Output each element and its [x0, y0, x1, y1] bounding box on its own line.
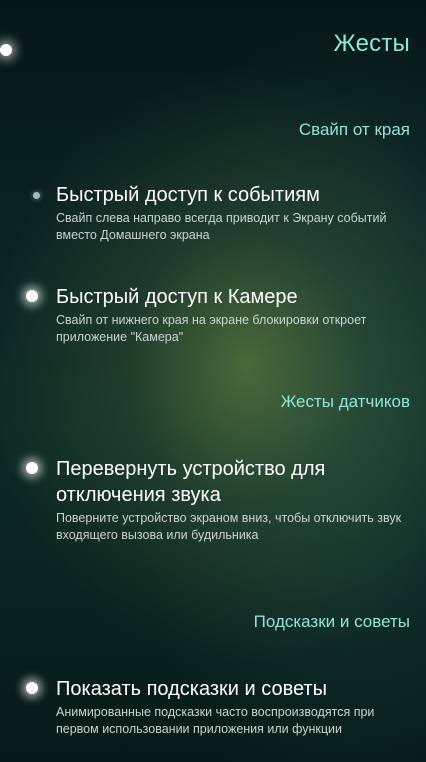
section-header-tips: Подсказки и советы — [253, 612, 410, 631]
setting-description: Свайп слева направо всегда приводит к Эк… — [56, 211, 387, 242]
toggle-flip-to-mute[interactable] — [26, 462, 38, 474]
setting-title: Быстрый доступ к событиям — [56, 184, 320, 206]
page-title: Жесты — [333, 30, 410, 57]
section-header-sensor-gestures: Жесты датчиков — [280, 392, 410, 411]
toggle-events-shortcut[interactable] — [33, 192, 40, 199]
setting-title: Перевернуть устройство для отключения зв… — [56, 458, 326, 506]
gestures-screen: Жесты Свайп от края Быстрый доступ к соб… — [0, 0, 426, 762]
setting-title: Показать подсказки и советы — [56, 678, 327, 700]
setting-show-tips[interactable]: Показать подсказки и советы Анимированны… — [56, 676, 412, 738]
back-indicator-dot[interactable] — [0, 44, 12, 56]
toggle-show-tips[interactable] — [26, 682, 38, 694]
setting-camera-shortcut[interactable]: Быстрый доступ к Камере Свайп от нижнего… — [56, 284, 412, 346]
setting-description: Свайп от нижнего края на экране блокиров… — [56, 313, 367, 344]
setting-description: Анимированные подсказки часто воспроизво… — [56, 705, 375, 736]
toggle-camera-shortcut[interactable] — [26, 290, 38, 302]
section-header-edge-swipe: Свайп от края — [298, 120, 410, 139]
setting-flip-to-mute[interactable]: Перевернуть устройство для отключения зв… — [56, 456, 412, 544]
setting-events-shortcut[interactable]: Быстрый доступ к событиям Свайп слева на… — [56, 182, 412, 244]
setting-title: Быстрый доступ к Камере — [56, 286, 298, 308]
setting-description: Поверните устройство экраном вниз, чтобы… — [56, 511, 402, 542]
